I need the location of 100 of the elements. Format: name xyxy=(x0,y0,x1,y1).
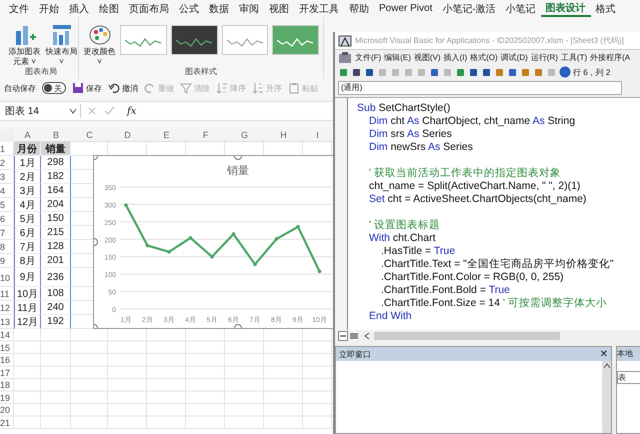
scrollbar[interactable] xyxy=(602,361,611,433)
row-header[interactable]: 14 xyxy=(0,329,14,342)
ribbon-tab[interactable]: 插入 xyxy=(64,2,94,16)
sort-icon xyxy=(252,82,264,94)
column-header[interactable]: E xyxy=(147,129,186,142)
chart-style-thumbnail[interactable] xyxy=(170,25,218,55)
ribbon-tab[interactable]: 审阅 xyxy=(234,2,264,16)
code-line: cht_name = Split(ActiveChart.Name, " ", 2)(1) xyxy=(368,180,582,193)
scroll-left-icon[interactable] xyxy=(364,332,370,340)
ribbon-tab[interactable]: 小笔记-激活 xyxy=(437,2,501,16)
ribbon-button[interactable]: 快速布局 ˅ xyxy=(45,23,78,66)
data-point xyxy=(188,236,192,240)
scrollbar-thumb[interactable] xyxy=(374,332,560,340)
row-header[interactable]: 21 xyxy=(0,416,14,429)
row-header[interactable]: 7 xyxy=(0,226,14,240)
row-header[interactable]: 8 xyxy=(0,240,14,254)
toolbar-icon[interactable] xyxy=(507,66,518,78)
ribbon-tab[interactable]: 数据 xyxy=(204,2,234,16)
ribbon-tab[interactable]: 视图 xyxy=(264,2,294,16)
toolbar-icon[interactable] xyxy=(468,66,479,78)
ribbon-tab[interactable]: Power Pivot xyxy=(374,3,438,14)
table-cell: 7月 xyxy=(14,240,41,254)
column-header[interactable]: I xyxy=(303,129,332,142)
function-button[interactable]: fx xyxy=(127,106,136,116)
code-line: Dim cht As ChartObject, cht_name As String xyxy=(368,115,576,128)
view-toggle-icon[interactable] xyxy=(338,331,360,341)
ribbon-tab[interactable]: 帮助 xyxy=(344,2,374,16)
table-cell: 240 xyxy=(41,301,71,315)
table-cell: 108 xyxy=(41,287,71,301)
column-header[interactable]: C xyxy=(71,129,108,142)
chart-style-thumbnail[interactable] xyxy=(222,25,268,55)
menu-item[interactable]: 文件(F) xyxy=(355,52,382,63)
table-cell: 128 xyxy=(41,240,71,254)
column-header[interactable]: B xyxy=(41,129,71,142)
row-header[interactable]: 19 xyxy=(0,392,14,404)
ribbon-tab[interactable]: 小笔记 xyxy=(500,2,541,16)
scroll-up-icon[interactable] xyxy=(602,363,610,369)
ribbon-tab[interactable]: 文件 xyxy=(4,2,34,16)
ribbon-button[interactable]: 添加图表元素 ˅ xyxy=(8,23,41,66)
row-header[interactable]: 11 xyxy=(0,287,14,301)
menu-item[interactable]: 调试(D) xyxy=(500,52,528,63)
table-cell: 204 xyxy=(41,198,71,212)
toolbar-button[interactable]: 保存 xyxy=(72,82,102,94)
ribbon-tab[interactable]: 公式 xyxy=(174,2,204,16)
menu-item[interactable]: 外接程序(A xyxy=(590,52,630,63)
column-header[interactable]: F xyxy=(186,129,225,142)
toolbar-icon[interactable] xyxy=(481,66,492,78)
menu-item[interactable]: 运行(R) xyxy=(530,52,558,63)
toolbar-icon[interactable] xyxy=(351,66,362,78)
row-header[interactable]: 17 xyxy=(0,366,14,379)
row-header[interactable]: 4 xyxy=(0,184,14,198)
ribbon-tab[interactable]: 开始 xyxy=(34,2,64,16)
toolbar-icon[interactable] xyxy=(429,66,440,78)
row-header[interactable]: 15 xyxy=(0,342,14,354)
menu-item[interactable]: 视图(V) xyxy=(414,52,441,63)
locals-window[interactable]: 本地 表 xyxy=(616,346,640,434)
toolbar-icon[interactable] xyxy=(364,66,375,78)
code-line: .ChartTitle.Text = "全国住宅商品房平均价格变化" xyxy=(380,258,614,271)
code-line: .HasTitle = True xyxy=(380,245,456,258)
row-header[interactable]: 1 xyxy=(0,142,14,156)
ribbon-button[interactable]: 更改颜色 ˅ xyxy=(83,23,116,66)
menu-item[interactable]: 编辑(E) xyxy=(384,52,411,63)
row-header[interactable]: 6 xyxy=(0,212,14,226)
row-header[interactable]: 3 xyxy=(0,170,14,184)
chart-style-thumbnail[interactable] xyxy=(120,25,167,55)
data-point xyxy=(210,254,214,259)
name-box[interactable]: 图表 14 xyxy=(2,104,81,118)
ribbon-tab[interactable]: 绘图 xyxy=(94,2,124,16)
toolbox-icon[interactable] xyxy=(338,52,352,64)
row-header[interactable]: 12 xyxy=(0,301,14,315)
row-header[interactable]: 16 xyxy=(0,354,14,366)
row-header[interactable]: 13 xyxy=(0,315,14,329)
code-line: Set cht = ActiveSheet.ChartObjects(cht_name) xyxy=(368,193,588,206)
row-header[interactable]: 20 xyxy=(0,404,14,416)
menu-item[interactable]: 插入(I) xyxy=(444,52,468,63)
row-header[interactable]: 5 xyxy=(0,198,14,212)
row-header[interactable]: 18 xyxy=(0,379,14,392)
code-line: ' 设置图表标题 xyxy=(368,219,441,232)
menu-item[interactable]: 格式(O) xyxy=(470,52,498,63)
ribbon-tab[interactable]: 格式 xyxy=(590,2,621,16)
immediate-window[interactable]: 立即窗口 ✕ xyxy=(335,346,612,434)
chart-style-thumbnail[interactable] xyxy=(272,25,319,55)
column-header[interactable]: A xyxy=(14,129,41,142)
ribbon-tab[interactable]: 图表设计 xyxy=(540,0,591,16)
row-header[interactable]: 9 xyxy=(0,254,14,268)
ribbon-tab[interactable]: 页面布局 xyxy=(124,2,174,16)
autosave-toggle[interactable]: 关 xyxy=(42,82,66,94)
header-cell: 销量 xyxy=(41,142,71,156)
object-dropdown[interactable]: (通用) xyxy=(338,81,622,95)
row-header[interactable]: 10 xyxy=(0,268,14,287)
column-header[interactable]: H xyxy=(264,129,303,142)
help-icon[interactable] xyxy=(559,66,571,78)
row-header[interactable]: 2 xyxy=(0,156,14,170)
menu-item[interactable]: 工具(T) xyxy=(560,52,588,63)
toolbar-button[interactable]: 撤消 xyxy=(108,82,138,94)
column-header[interactable]: D xyxy=(108,129,147,142)
close-button[interactable]: ✕ xyxy=(600,348,608,360)
column-header[interactable]: G xyxy=(225,129,264,142)
code-line: .ChartTitle.Font.Color = RGB(0, 0, 255) xyxy=(380,271,565,284)
ribbon-tab[interactable]: 开发工具 xyxy=(294,2,344,16)
